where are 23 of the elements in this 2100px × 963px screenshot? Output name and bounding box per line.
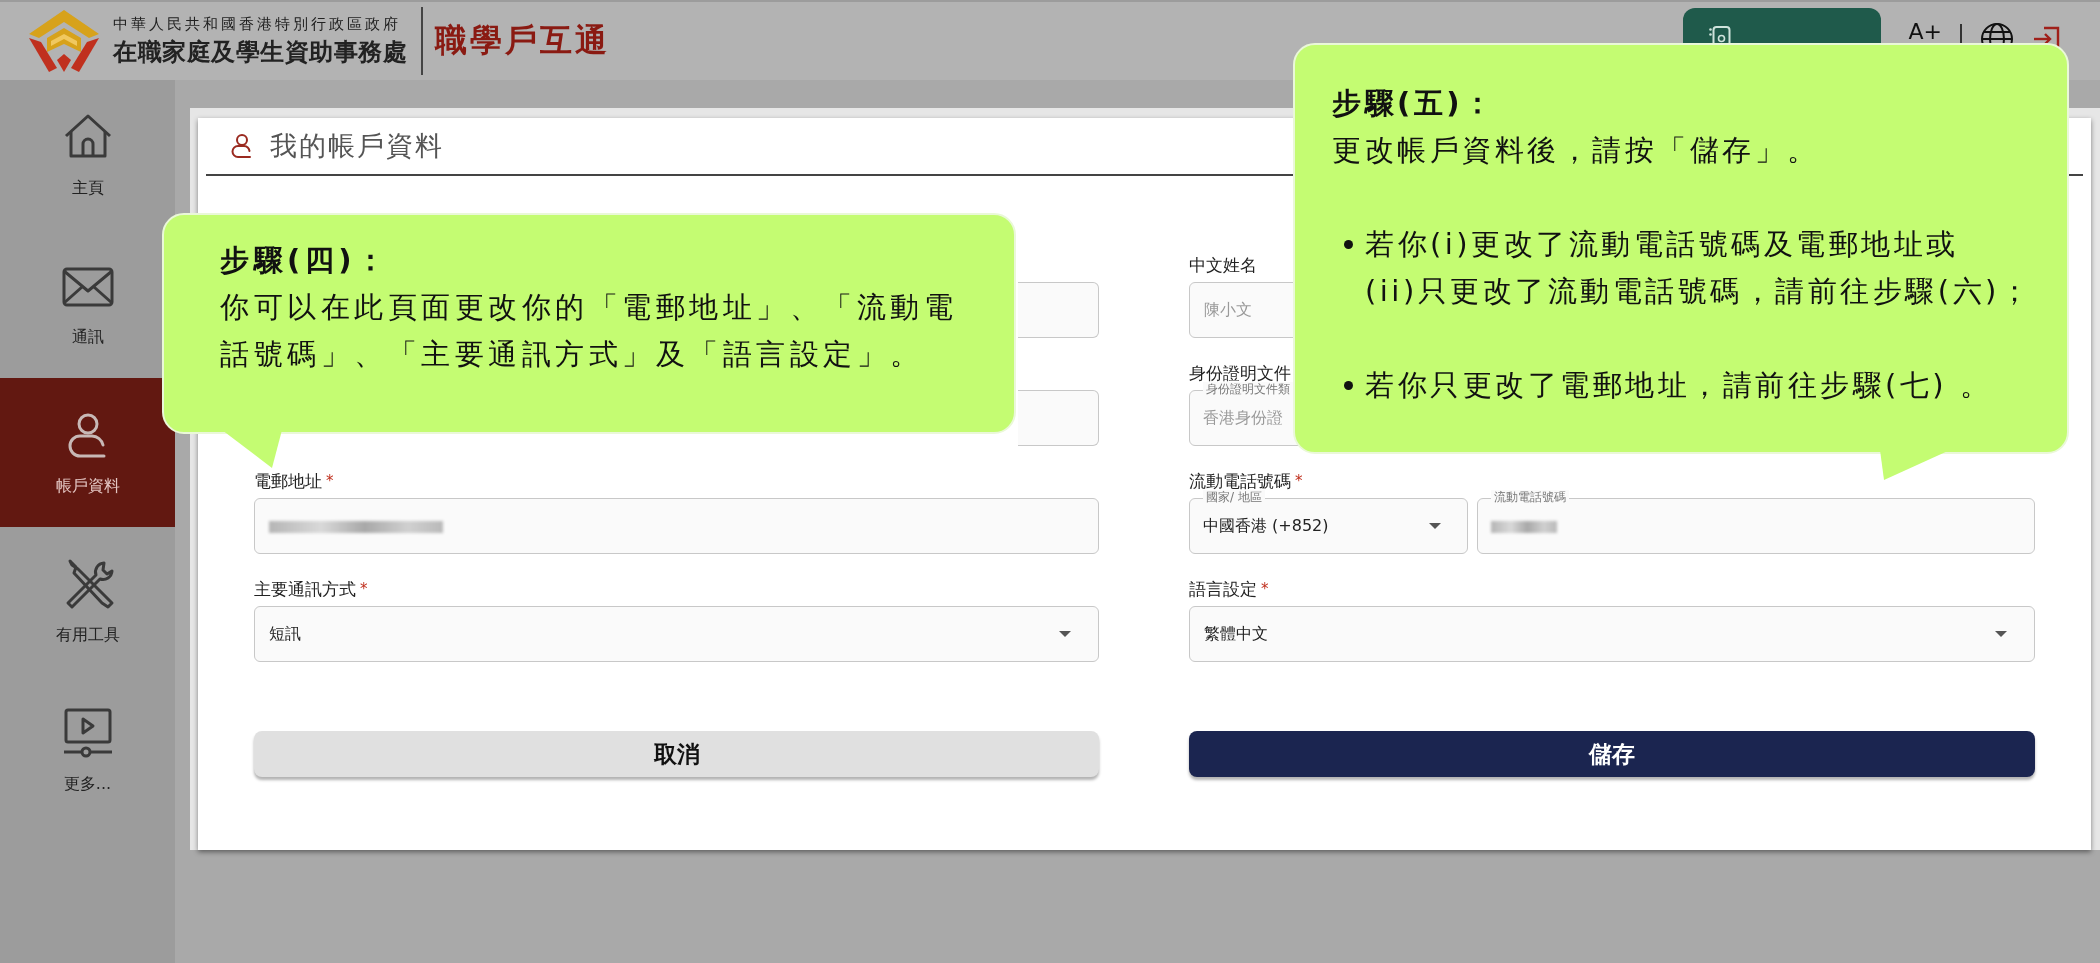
field-label: 中文姓名 bbox=[1189, 253, 1257, 277]
field-label: 語言設定 bbox=[1189, 577, 1257, 601]
callout-text: 若你只更改了電郵地址，請前往步驟(七) 。 bbox=[1365, 367, 1993, 404]
org-name: 在職家庭及學生資助事務處 bbox=[113, 36, 407, 68]
required-mark: * bbox=[360, 580, 368, 598]
app-name: 職學戶互通 bbox=[435, 20, 610, 61]
page-title: 我的帳戶資料 bbox=[270, 129, 444, 163]
floating-label: 國家/ 地區 bbox=[1203, 490, 1265, 504]
callout-text: 你可以在此頁面更改你的「電郵地址」、「流動電 話號碼」、「主要通訊方式」及「語言設定」。 bbox=[220, 289, 957, 373]
required-mark: * bbox=[326, 472, 334, 490]
required-mark: * bbox=[1295, 472, 1303, 490]
org-name-small: 中華人民共和國香港特別行政區政府 bbox=[113, 14, 402, 34]
callout-text: 若你(i)更改了流動電話號碼及電郵地址或 (ii)只更改了流動電話號碼，請前往步驟(六)； bbox=[1365, 226, 2033, 310]
field-label: 身份證明文件 bbox=[1189, 361, 1291, 383]
field-label: 流動電話號碼 bbox=[1189, 469, 1291, 491]
field-label: 電郵地址 bbox=[254, 469, 322, 493]
required-mark: * bbox=[1261, 580, 1269, 598]
callout-title: 步驟(四)： bbox=[220, 242, 390, 279]
floating-label: 身份證明文件類 bbox=[1203, 382, 1293, 396]
floating-label: 流動電話號碼 bbox=[1491, 490, 1569, 504]
callout-text: 更改帳戶資料後，請按「儲存」。 bbox=[1332, 132, 1820, 169]
callout-title: 步驟(五)： bbox=[1332, 85, 1496, 122]
field-label: 主要通訊方式 bbox=[254, 577, 356, 601]
